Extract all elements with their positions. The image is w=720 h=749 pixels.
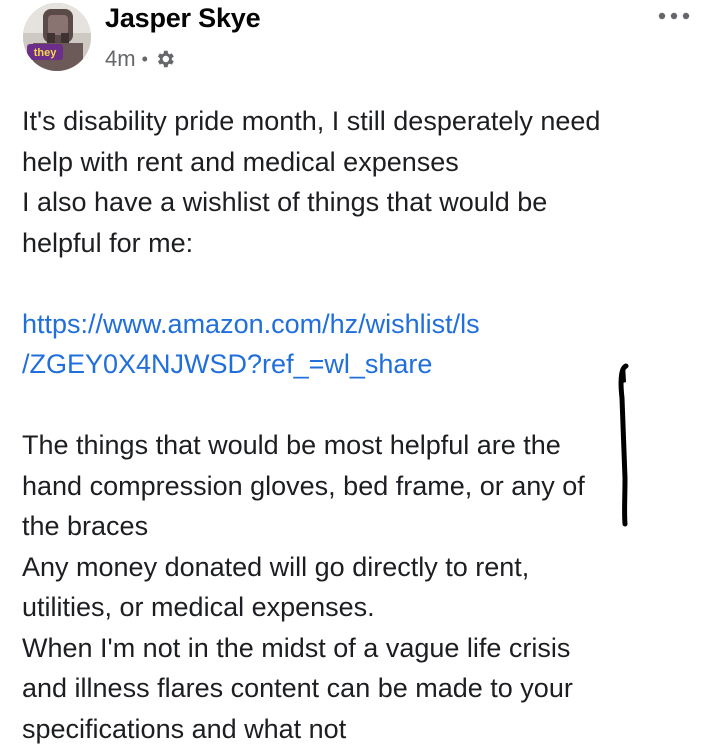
post-timestamp[interactable]: 4m [105,46,136,72]
post-intro-text: It's disability pride month, I still des… [22,106,601,258]
avatar[interactable]: they [23,3,91,71]
avatar-badge-text: they [34,47,58,59]
avatar-image: they [23,3,91,71]
post-details-text: The things that would be most helpful ar… [22,430,585,744]
wishlist-link[interactable]: https://www.amazon.com/hz/wishlist/ls /Z… [22,304,712,385]
meta-separator: • [141,48,148,69]
more-options-button[interactable] [654,2,694,30]
more-dots-icon [658,12,690,20]
author-name[interactable]: Jasper Skye [105,3,261,34]
wishlist-link-line2: /ZGEY0X4NJWSD?ref_=wl_share [22,349,433,379]
gear-icon[interactable] [154,48,176,70]
post-meta: 4m • [105,44,176,74]
post-header: they Jasper Skye 4m • [0,0,720,90]
post-body: It's disability pride month, I still des… [22,101,712,749]
wishlist-link-line1: https://www.amazon.com/hz/wishlist/ls [22,308,480,339]
